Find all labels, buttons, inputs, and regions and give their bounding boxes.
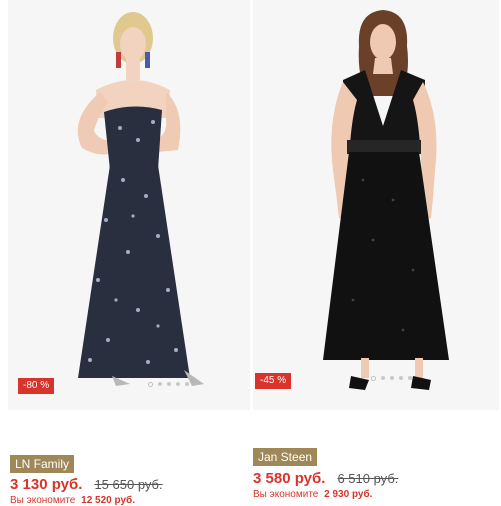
current-price: 3 580 руб. [253, 470, 326, 487]
carousel-dot[interactable] [390, 376, 394, 380]
carousel-dot[interactable] [408, 376, 412, 380]
brand-label[interactable]: LN Family [10, 455, 75, 473]
carousel-dot[interactable] [185, 382, 189, 386]
product-image[interactable]: -45 % [253, 0, 499, 410]
product-image[interactable]: -80 % [8, 0, 250, 410]
product-card[interactable]: -45 % Jan Steen 3 580 руб. 6 510 руб. Вы… [251, 0, 501, 500]
carousel-dot[interactable] [148, 382, 153, 387]
image-carousel-dots[interactable] [371, 376, 412, 381]
dress-illustration [8, 0, 250, 410]
price-row: 3 580 руб. 6 510 руб. [253, 470, 398, 487]
image-carousel-dots[interactable] [148, 382, 189, 387]
current-price: 3 130 руб. [10, 476, 83, 493]
discount-badge: -45 % [255, 373, 292, 389]
carousel-dot[interactable] [167, 382, 171, 386]
old-price: 15 650 руб. [94, 477, 163, 492]
dress-illustration [253, 0, 499, 410]
saving-label: Вы экономите [10, 495, 76, 506]
carousel-dot[interactable] [371, 376, 376, 381]
carousel-dot[interactable] [176, 382, 180, 386]
brand-label[interactable]: Jan Steen [253, 448, 318, 466]
old-price: 6 510 руб. [337, 471, 399, 486]
carousel-dot[interactable] [381, 376, 385, 380]
saving-text: Вы экономите 2 930 руб. [253, 489, 372, 500]
product-card[interactable]: -80 % LN Family 3 130 руб. 15 650 руб. В… [0, 0, 250, 506]
carousel-dot[interactable] [158, 382, 162, 386]
price-row: 3 130 руб. 15 650 руб. [10, 476, 163, 493]
discount-badge: -80 % [18, 378, 55, 394]
saving-value: 2 930 руб. [324, 489, 373, 500]
saving-value: 12 520 руб. [81, 495, 136, 506]
saving-text: Вы экономите 12 520 руб. [10, 495, 135, 506]
carousel-dot[interactable] [399, 376, 403, 380]
saving-label: Вы экономите [253, 489, 319, 500]
